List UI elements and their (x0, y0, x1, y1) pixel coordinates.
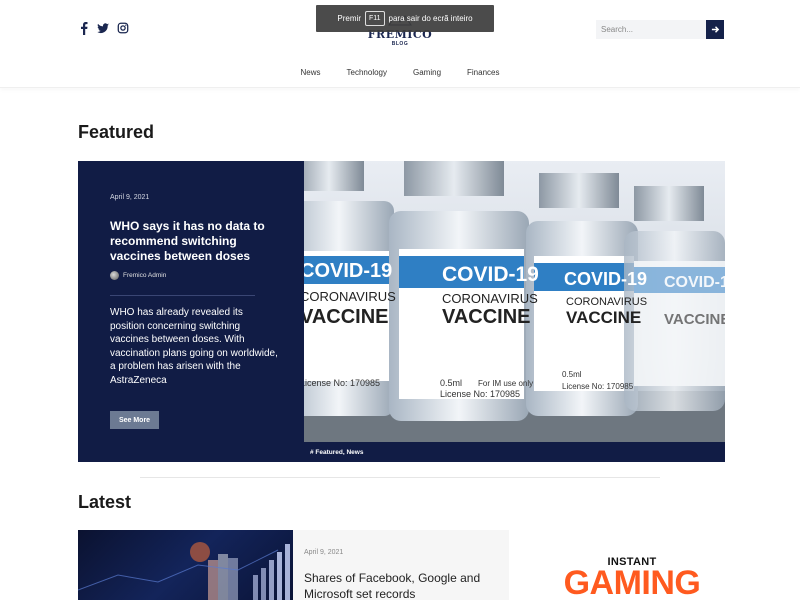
svg-text:CORONAVIRUS: CORONAVIRUS (304, 289, 396, 304)
section-divider (140, 477, 660, 478)
svg-text:For IM use only: For IM use only (478, 379, 533, 388)
nav-item-technology[interactable]: Technology (334, 68, 400, 77)
fullscreen-notice-prefix: Premir (337, 14, 361, 23)
featured-post: April 9, 2021 WHO says it has no data to… (78, 161, 725, 462)
nav-item-news[interactable]: News (288, 68, 334, 77)
vaccine-vials-illustration: COVID-19 CORONAVIRUS VACCINE License No:… (304, 161, 725, 442)
nav-item-gaming[interactable]: Gaming (400, 68, 454, 77)
svg-text:COVID-19: COVID-19 (442, 263, 539, 286)
featured-image[interactable]: COVID-19 CORONAVIRUS VACCINE License No:… (304, 161, 725, 442)
svg-text:COVID-19: COVID-19 (664, 274, 725, 291)
main-nav: News Technology Gaming Finances (0, 68, 800, 77)
svg-text:VACCINE: VACCINE (664, 311, 725, 328)
svg-text:VACCINE: VACCINE (566, 308, 641, 327)
svg-text:License No: 170985: License No: 170985 (440, 389, 520, 399)
latest-post-image[interactable] (78, 530, 293, 600)
fullscreen-key: F11 (364, 11, 385, 26)
svg-text:0.5ml: 0.5ml (440, 378, 462, 388)
facebook-icon[interactable] (78, 21, 90, 35)
svg-text:VACCINE: VACCINE (304, 306, 389, 328)
latest-post-date: April 9, 2021 (304, 549, 344, 556)
twitter-icon[interactable] (97, 21, 110, 35)
latest-heading: Latest (78, 492, 132, 512)
avatar (110, 271, 119, 280)
latest-post-title[interactable]: Shares of Facebook, Google and Microsoft… (304, 570, 494, 600)
latest-post-card[interactable]: April 9, 2021 Shares of Facebook, Google… (78, 530, 509, 600)
search-input[interactable] (596, 20, 706, 39)
divider (110, 295, 255, 296)
featured-heading: Featured (78, 122, 155, 142)
nav-item-finances[interactable]: Finances (454, 68, 512, 77)
svg-text:License No: 170985: License No: 170985 (562, 382, 634, 391)
featured-excerpt: WHO has already revealed its position co… (110, 307, 278, 386)
featured-categories[interactable]: # Featured, News (304, 442, 725, 462)
search-form (596, 20, 724, 39)
svg-text:CORONAVIRUS: CORONAVIRUS (566, 296, 647, 308)
svg-text:CORONAVIRUS: CORONAVIRUS (442, 291, 538, 306)
see-more-button[interactable]: See More (110, 411, 159, 429)
fullscreen-notice: Premir F11 para sair do ecrã inteiro (316, 5, 494, 32)
search-submit-button[interactable] (706, 20, 724, 39)
logo-subtitle: BLOG (391, 41, 409, 47)
author-name: Fremico Admin (123, 272, 167, 279)
featured-content: April 9, 2021 WHO says it has no data to… (78, 161, 304, 462)
featured-title[interactable]: WHO says it has no data to recommend swi… (110, 219, 280, 264)
vial1-label-covid: COVID-19 (304, 260, 392, 282)
instagram-icon[interactable] (117, 21, 129, 35)
svg-text:License No: 170985: License No: 170985 (304, 378, 380, 388)
arrow-right-icon (711, 26, 719, 33)
svg-text:VACCINE: VACCINE (442, 306, 531, 328)
instant-gaming-ad[interactable]: INSTANT GAMING (536, 556, 728, 600)
ad-text-big: GAMING (563, 564, 701, 600)
featured-date: April 9, 2021 (110, 194, 150, 201)
stock-chart-illustration (78, 542, 290, 600)
fullscreen-notice-suffix: para sair do ecrã inteiro (388, 14, 473, 23)
svg-text:COVID-19: COVID-19 (564, 269, 647, 289)
svg-text:0.5ml: 0.5ml (562, 370, 582, 379)
social-links (78, 21, 129, 35)
featured-author[interactable]: Fremico Admin (110, 271, 166, 280)
